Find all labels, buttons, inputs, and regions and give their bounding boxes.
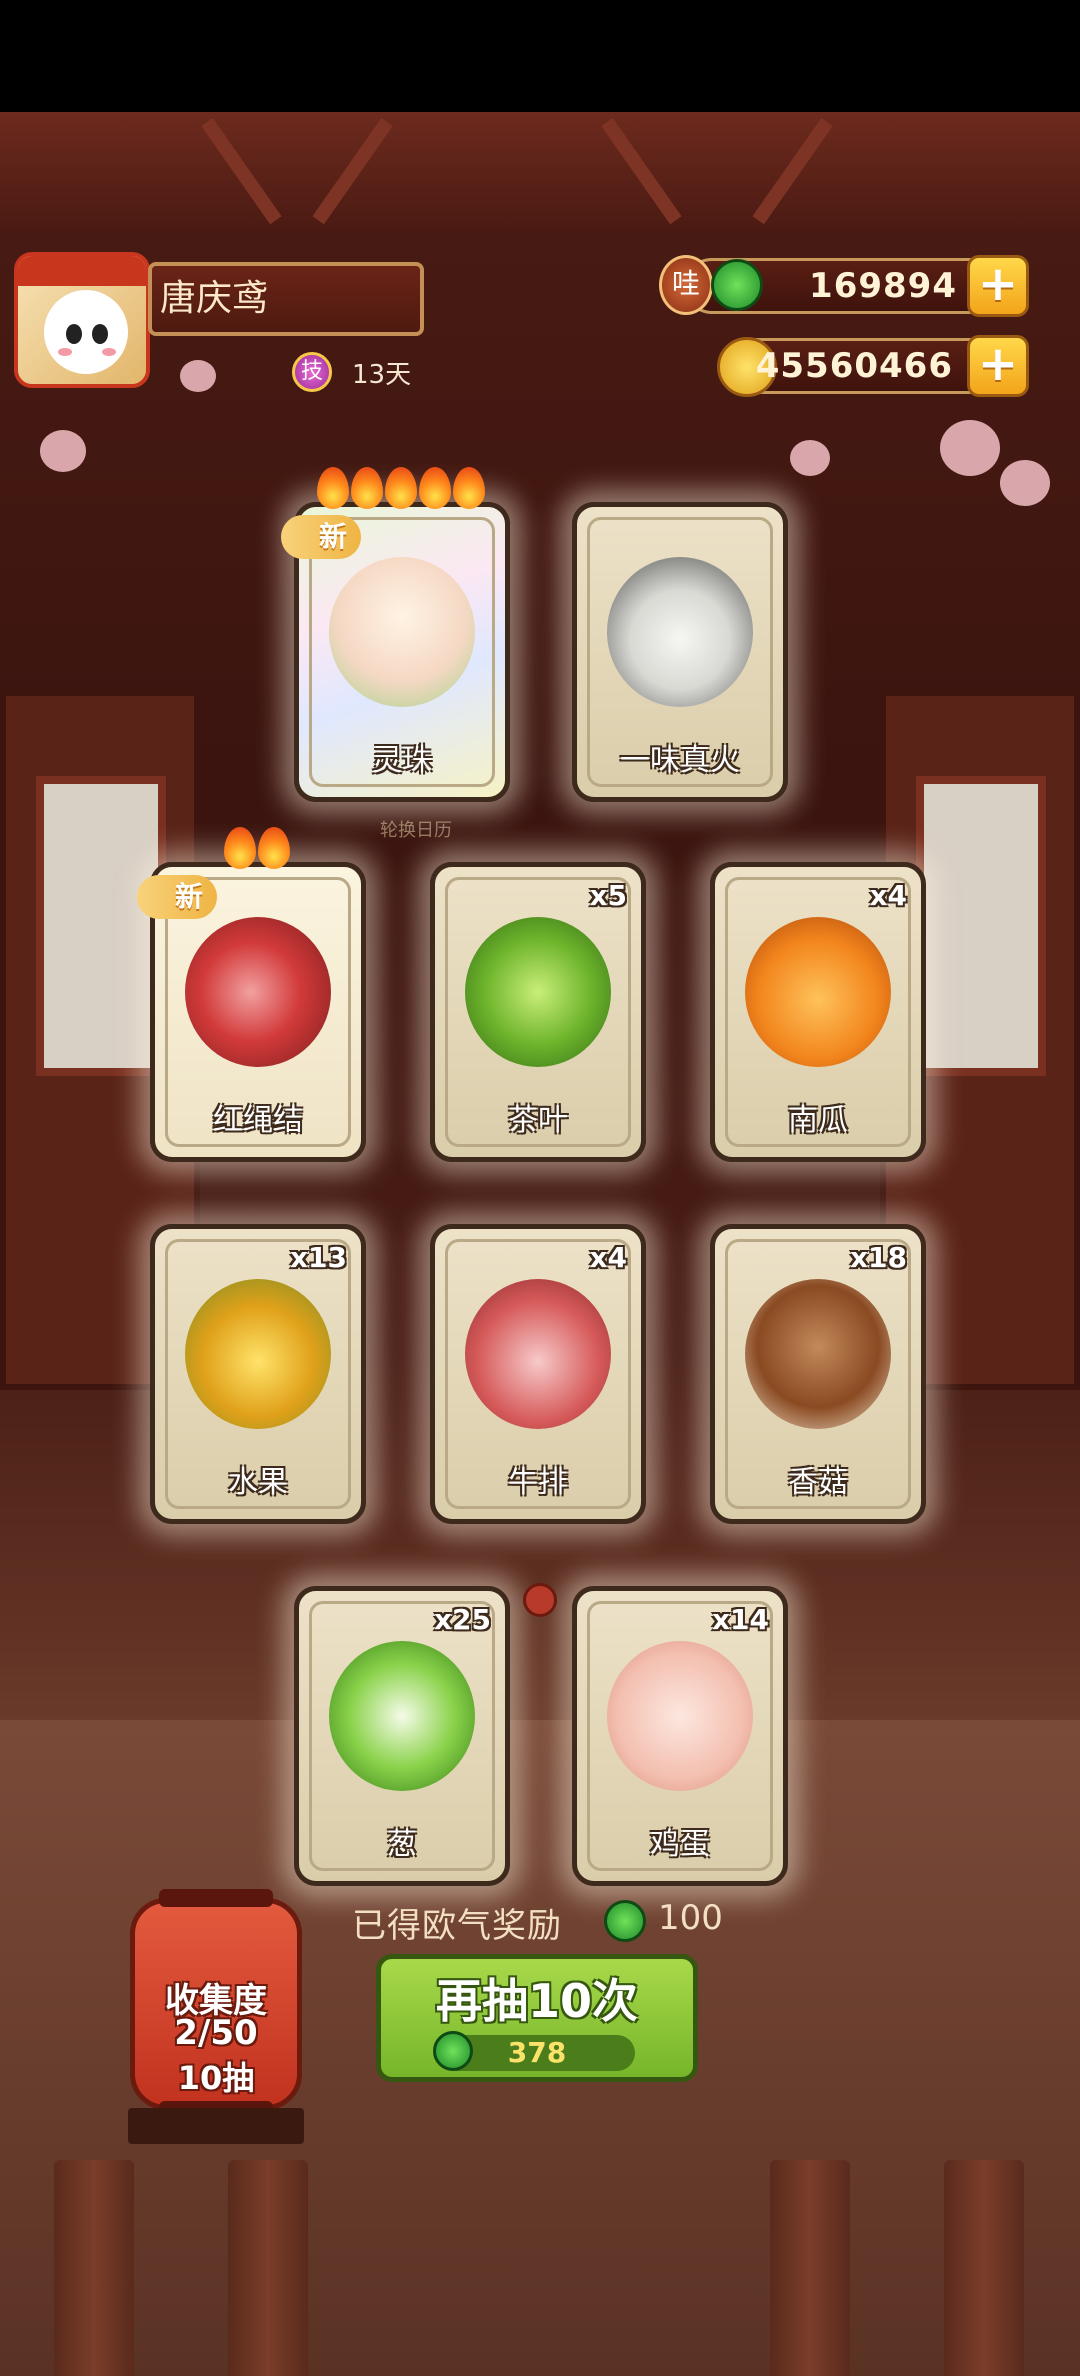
blossom-decoration <box>940 420 1000 476</box>
flame-icon <box>258 827 290 869</box>
scallion-icon <box>329 1641 475 1791</box>
fence-post <box>228 2160 308 2376</box>
card-label: 南瓜 <box>788 1103 848 1138</box>
flame-icon <box>385 467 417 509</box>
card-egg[interactable]: x14 鸡蛋 <box>572 1586 788 1886</box>
jade-badge-icon: 哇 <box>659 255 713 315</box>
spirit-pearl-icon <box>329 557 475 707</box>
jade-coin-icon <box>711 259 763 311</box>
red-knot-icon <box>185 917 331 1067</box>
jade-coin-icon <box>604 1900 646 1942</box>
egg-icon <box>607 1641 753 1791</box>
add-jade-button[interactable]: + <box>967 255 1029 317</box>
card-spirit-pearl[interactable]: 灵珠 新 <box>281 467 510 802</box>
card-label: 茶叶 <box>508 1103 568 1138</box>
tea-leaf-icon <box>465 917 611 1067</box>
card-count: x18 <box>849 1241 907 1274</box>
card-mushroom[interactable]: x18 香菇 <box>710 1224 926 1524</box>
blossom-decoration <box>180 360 216 392</box>
card-label: 水果 <box>228 1465 288 1500</box>
card-label: 葱 <box>387 1827 417 1862</box>
draw-ten-label: 再抽10次 <box>435 1974 638 2028</box>
card-fruit[interactable]: x13 水果 <box>150 1224 366 1524</box>
new-badge: 新 <box>281 515 362 559</box>
collection-draws: 10抽 <box>177 2059 255 2097</box>
card-label: 一味真火 <box>620 743 740 778</box>
jade-currency-bar: 哇 169894 + <box>659 255 1029 317</box>
flame-icon <box>351 467 383 509</box>
roof-beam <box>0 112 1080 232</box>
flame-icon <box>224 827 256 869</box>
steak-icon <box>465 1279 611 1429</box>
fence-post <box>770 2160 850 2376</box>
skill-icon[interactable]: 技 <box>292 352 332 392</box>
reward-value: 100 <box>658 1898 723 1938</box>
card-steak[interactable]: x4 牛排 <box>430 1224 646 1524</box>
card-count: x4 <box>589 1241 627 1274</box>
game-screen: { "player": { "name": "唐庆鸢", "skill_icon… <box>0 0 1080 2376</box>
card-label: 香菇 <box>788 1465 848 1500</box>
status-bar <box>0 0 1080 112</box>
new-badge: 新 <box>137 875 218 919</box>
gold-currency-bar: 45560466 + <box>717 335 1029 397</box>
fence-post <box>54 2160 134 2376</box>
flame-rating <box>317 467 485 509</box>
card-label: 鸡蛋 <box>650 1827 710 1862</box>
pumpkin-icon <box>745 917 891 1067</box>
days-count: 13天 <box>352 360 412 390</box>
lantern-stand <box>128 2108 304 2144</box>
collection-progress: 2/50 <box>174 2013 258 2053</box>
jade-amount: 169894 <box>809 266 957 306</box>
reward-label: 已得欧气奖励 <box>352 1906 562 1946</box>
true-fire-icon <box>607 557 753 707</box>
card-count: x5 <box>589 879 627 912</box>
player-avatar[interactable] <box>14 252 150 388</box>
flame-icon <box>453 467 485 509</box>
flame-rating <box>224 827 290 869</box>
card-pumpkin[interactable]: x4 南瓜 <box>710 862 926 1162</box>
card-count: x13 <box>289 1241 347 1274</box>
player-name: 唐庆鸢 <box>148 262 424 336</box>
card-count: x14 <box>711 1603 769 1636</box>
draw-cost: 378 <box>507 2036 567 2069</box>
card-label: 红绳结 <box>213 1103 303 1138</box>
card-true-fire[interactable]: 一味真火 <box>572 502 788 802</box>
collection-lantern[interactable]: 收集度 2/50 10抽 <box>130 1889 302 2119</box>
card-red-knot[interactable]: 红绳结 新 <box>137 827 366 1162</box>
add-gold-button[interactable]: + <box>967 335 1029 397</box>
center-ornament-icon <box>523 1583 557 1617</box>
flame-icon <box>419 467 451 509</box>
gold-amount: 45560466 <box>755 346 953 386</box>
blossom-decoration <box>1000 460 1050 506</box>
flame-icon <box>317 467 349 509</box>
draw-cost-bar: 378 <box>433 2031 635 2071</box>
card-count: x4 <box>869 879 907 912</box>
card-label: 灵珠 <box>372 743 432 778</box>
card-tea-leaf[interactable]: x5 茶叶 <box>430 862 646 1162</box>
blossom-decoration <box>40 430 86 472</box>
card-scallion[interactable]: x25 葱 <box>294 1586 510 1886</box>
card-label: 牛排 <box>508 1465 568 1500</box>
blossom-decoration <box>790 440 830 476</box>
calendar-label: 轮换日历 <box>380 820 452 841</box>
fruit-icon <box>185 1279 331 1429</box>
fence-post <box>944 2160 1024 2376</box>
draw-ten-button[interactable]: 再抽10次 378 <box>376 1954 698 2082</box>
mushroom-icon <box>745 1279 891 1429</box>
card-count: x25 <box>433 1603 491 1636</box>
